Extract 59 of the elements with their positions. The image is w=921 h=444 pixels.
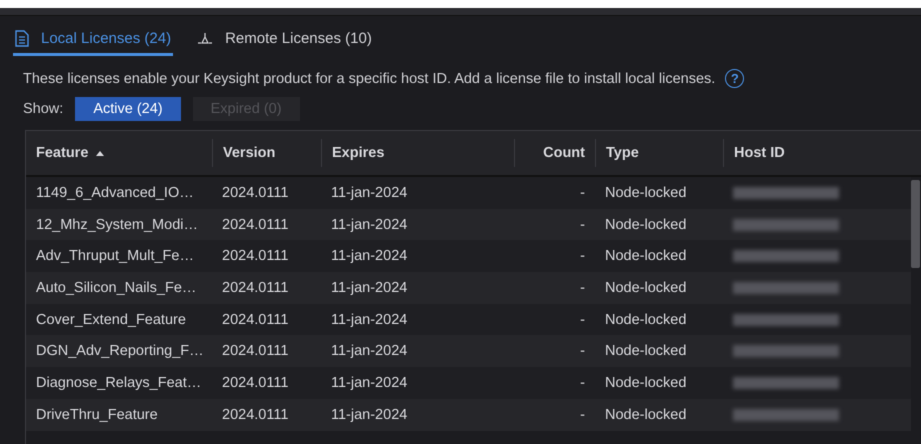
table-cell-text: Diagnose_Relays_Feat… — [35, 374, 202, 393]
document-icon — [15, 30, 29, 47]
column-header[interactable]: Expires — [321, 139, 514, 167]
table-cell-text: Node-locked — [604, 374, 688, 393]
table-row[interactable]: DGN_Adv_Reporting_F… 2024.0111 11-jan-2024 - Node-locked — [26, 335, 911, 368]
table-cell-text: - — [579, 216, 586, 235]
description-text: These licenses enable your Keysight product for a specific host ID. Add a license file to install local licenses. — [23, 70, 716, 86]
table-cell-text: 2024.0111 — [221, 310, 290, 330]
table-cell-text: Cover_Extend_Feature — [35, 310, 187, 330]
column-header[interactable]: Host ID — [723, 139, 921, 167]
table-cell-text: - — [579, 342, 586, 362]
table-cell-text: - — [579, 247, 586, 266]
table-cell-text: 2024.0111 — [221, 374, 290, 393]
help-button[interactable]: ? — [725, 69, 744, 88]
table-cell-text: 2024.0111 — [221, 406, 290, 425]
table-cell-text: Node-locked — [604, 406, 688, 425]
tab[interactable]: Remote Licenses (10) — [195, 26, 374, 56]
column-header[interactable]: Feature — [26, 139, 212, 167]
show-label: Show: — [23, 101, 64, 117]
table-cell-text: 2024.0111 — [221, 247, 290, 266]
table-row[interactable]: 12_Mhz_System_Modi… 2024.0111 11-jan-2024 - Node-locked — [26, 208, 911, 240]
table-cell-text: Node-locked — [604, 342, 688, 362]
table-cell-text: 2024.0111 — [221, 278, 290, 298]
table-cell-text: Node-locked — [604, 247, 688, 266]
table-cell-text: 2024.0111 — [221, 184, 290, 203]
network-node-icon — [197, 32, 214, 46]
table-cell-text: 11-jan-2024 — [330, 310, 408, 330]
table-cell-text: Node-locked — [604, 216, 688, 235]
tab[interactable]: Local Licenses (24) — [13, 26, 174, 56]
table-cell-text: 11-jan-2024 — [330, 184, 408, 203]
column-header[interactable]: Version — [212, 139, 321, 167]
table-cell-text: 11-jan-2024 — [330, 216, 408, 235]
table-cell-text: 11-jan-2024 — [330, 278, 408, 298]
table-cell-text: DriveThru_Feature — [35, 406, 159, 425]
table-cell-text: DGN_Adv_Reporting_F… — [35, 342, 205, 362]
table-row[interactable]: DriveThru_Feature 2024.0111 11-jan-2024 - Node-locked — [26, 398, 911, 430]
table-cell-text: - — [579, 184, 586, 203]
column-header[interactable]: Type — [595, 139, 723, 167]
table-cell-text: Auto_Silicon_Nails_Fe… — [35, 278, 198, 298]
table-cell-text: 11-jan-2024 — [330, 406, 408, 425]
table-cell-text: 11-jan-2024 — [330, 247, 408, 266]
table-cell-text: 11-jan-2024 — [330, 342, 408, 362]
table-cell-text: Node-locked — [604, 184, 688, 203]
column-header[interactable]: Count — [514, 139, 595, 167]
table-cell-text: 11-jan-2024 — [330, 374, 408, 393]
table-cell-text: 2024.0111 — [221, 216, 290, 235]
table-cell-text: - — [579, 374, 586, 393]
table-cell-text: Node-locked — [604, 310, 688, 330]
table-cell-text: 2024.0111 — [221, 342, 290, 362]
table-cell-text: - — [579, 406, 586, 425]
table-row[interactable]: Auto_Silicon_Nails_Fe… 2024.0111 11-jan-2024 - Node-locked — [26, 272, 911, 304]
table-cell-text: 1149_6_Advanced_IO… — [35, 184, 195, 203]
table-cell-text: 12_Mhz_System_Modi… — [35, 216, 199, 235]
table-cell-text: Adv_Thruput_Mult_Fe… — [35, 247, 195, 266]
table-cell-text: Node-locked — [604, 278, 688, 298]
table-cell-text: - — [579, 310, 586, 330]
table-cell-text: - — [579, 278, 586, 298]
scrollbar-thumb[interactable] — [911, 180, 920, 268]
filter-toggle[interactable]: Active (24) — [75, 97, 181, 121]
